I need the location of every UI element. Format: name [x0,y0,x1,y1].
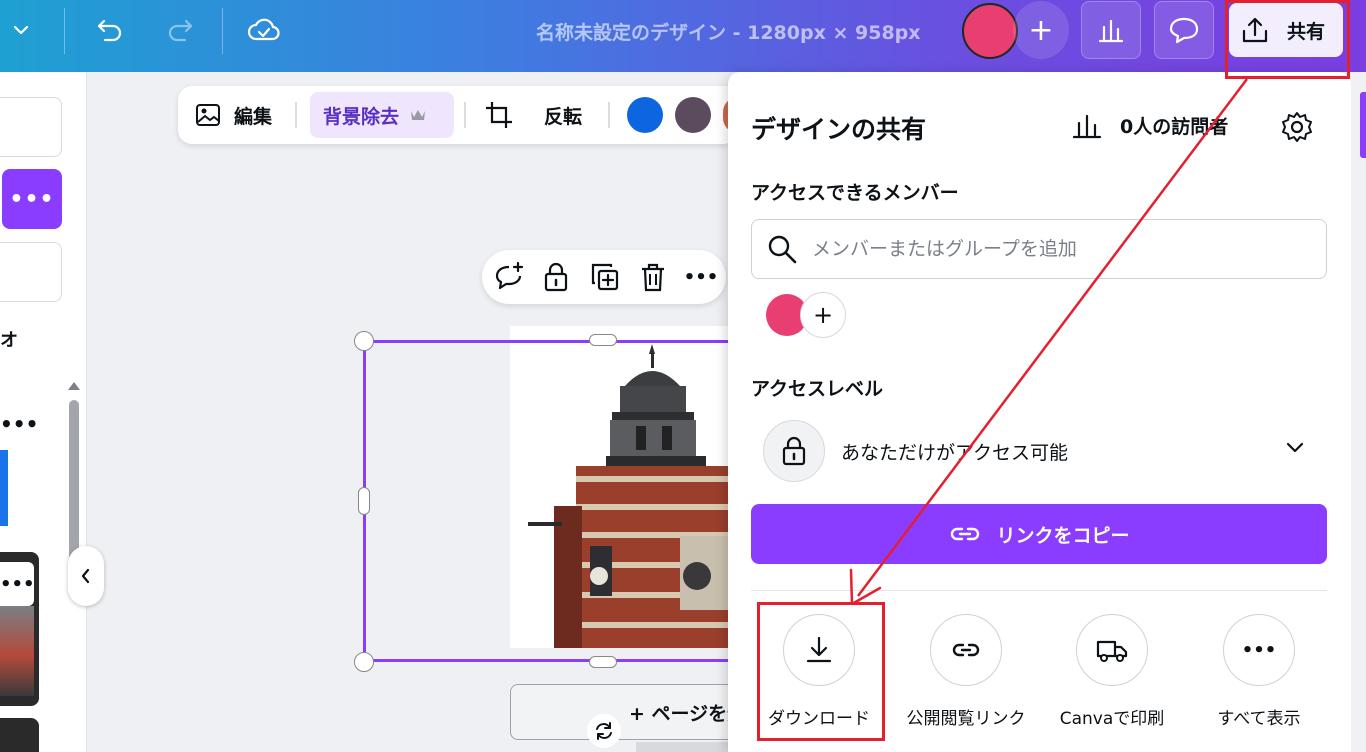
avatar[interactable] [962,3,1018,59]
crop-icon [486,102,512,128]
lock-icon [763,420,825,482]
thumbnail[interactable] [0,450,8,526]
panel-title: デザインの共有 [751,115,927,144]
copy-link-button[interactable]: リンクをコピー [751,504,1327,564]
divider [751,590,1327,591]
sidebar-panel-item[interactable] [0,97,62,157]
crop-button[interactable] [484,86,514,144]
left-sidebar: ••• オ ••• ••• [0,72,104,752]
image-toolbar: 編集 背景除去 反転 [178,86,738,144]
show-all-option[interactable]: ••• すべて表示 [1184,614,1334,729]
member-search-field[interactable] [751,219,1327,279]
toolbar-divider [222,8,223,54]
resize-handle[interactable] [354,331,374,351]
scrollbar[interactable] [68,380,80,570]
resize-handle[interactable] [589,656,617,668]
toolbar-divider [464,102,466,128]
color-swatch[interactable] [675,97,711,133]
resize-handle[interactable] [354,652,374,672]
flip-button[interactable]: 反転 [544,86,582,144]
design-title[interactable]: 名称未設定のデザイン - 1280px × 958px [536,18,921,45]
edit-label: 編集 [234,105,273,128]
undo-icon[interactable] [90,0,130,60]
access-level-heading: アクセスレベル [751,378,884,400]
more-icon: ••• [1223,614,1295,686]
public-view-link-option[interactable]: 公開閲覧リンク [891,614,1041,729]
more-icon[interactable]: ••• [682,258,720,296]
flip-label: 反転 [544,105,583,128]
selection-frame[interactable] [363,340,743,662]
search-icon [768,235,797,264]
edit-image-button[interactable]: 編集 [194,86,272,144]
toolbar-divider [64,8,65,54]
element-toolbar: ••• [482,250,726,304]
page-indicator [1360,92,1366,158]
color-swatch[interactable] [627,97,663,133]
add-member-button[interactable]: + [800,292,846,338]
trash-icon[interactable] [634,258,672,296]
bar-chart-icon [1098,19,1124,43]
chevron-down-icon[interactable] [4,0,38,60]
collapse-panel-button[interactable] [68,546,104,606]
insights-button[interactable] [1081,1,1141,59]
access-level-dropdown[interactable]: あなただけがアクセス可能 [751,416,1327,486]
bg-remove-label: 背景除去 [323,105,400,128]
more-icon[interactable]: ••• [0,562,35,606]
chevron-down-icon [1286,442,1304,453]
annotation-box [757,602,885,741]
add-page-button[interactable]: + ページを追加 [510,684,740,740]
lock-icon[interactable] [537,258,575,296]
chevron-left-icon [81,568,90,584]
truck-icon [1076,614,1148,686]
bar-chart-icon [1072,114,1102,138]
toolbar-divider [608,102,610,128]
show-all-label: すべて表示 [1217,709,1301,729]
access-level-value: あなただけがアクセス可能 [841,441,1069,464]
crown-icon [411,110,426,120]
redo-icon[interactable] [160,0,200,60]
image-edit-icon [196,104,220,126]
print-label: Canvaで印刷 [1059,709,1165,729]
top-bar: 名称未設定のデザイン - 1280px × 958px + 共有 [0,0,1366,72]
members-heading: アクセスできるメンバー [751,182,959,204]
public-link-label: 公開閲覧リンク [906,709,1026,729]
visitors-label: 0人の訪問者 [1120,116,1229,138]
comments-button[interactable] [1154,1,1214,59]
link-icon [951,527,980,541]
refresh-icon[interactable] [587,714,621,748]
visitors-button[interactable]: 0人の訪問者 [1072,112,1228,139]
member-search-input[interactable] [812,238,1292,260]
right-edge [1351,72,1366,752]
gear-icon[interactable] [1280,110,1314,144]
annotation-box [1225,0,1350,79]
sidebar-panel-item[interactable] [0,242,62,302]
more-options-button[interactable]: ••• [2,169,62,229]
cloud-saved-icon[interactable] [244,0,284,60]
add-comment-icon[interactable] [490,258,528,296]
print-option[interactable]: Canvaで印刷 [1037,614,1187,729]
resize-handle[interactable] [358,487,370,515]
link-icon [930,614,1002,686]
comment-icon [1169,17,1199,44]
add-collaborator-button[interactable]: + [1013,1,1069,59]
sidebar-heading: オ [0,330,18,351]
toolbar-divider [295,102,297,128]
resize-handle[interactable] [589,334,617,346]
thumbnail[interactable] [0,718,39,752]
more-icon[interactable]: ••• [0,412,38,436]
background-remove-button[interactable]: 背景除去 [310,92,454,138]
copy-link-label: リンクをコピー [996,524,1130,547]
duplicate-icon[interactable] [586,258,624,296]
